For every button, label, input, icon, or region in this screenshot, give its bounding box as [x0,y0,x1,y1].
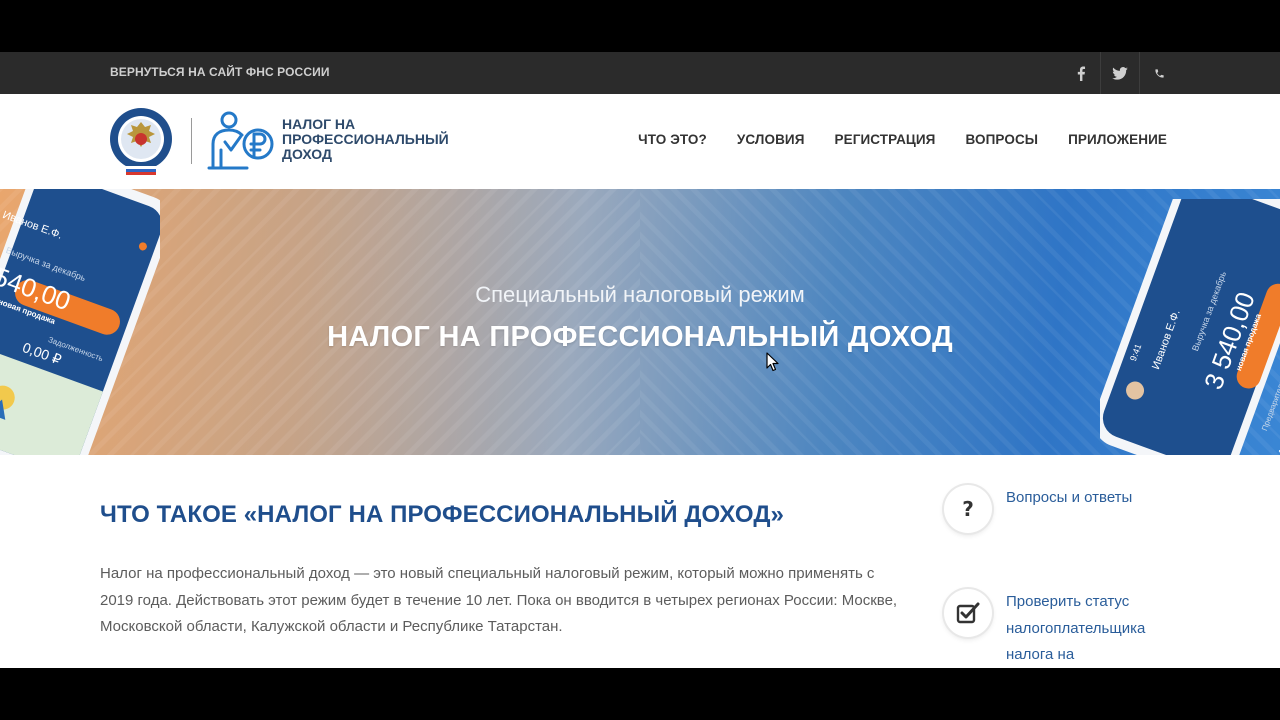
top-bar: ВЕРНУТЬСЯ НА САЙТ ФНС РОССИИ [0,52,1280,94]
main-content: ЧТО ТАКОЕ «НАЛОГ НА ПРОФЕССИОНАЛЬНЫЙ ДОХ… [0,455,1280,668]
logo-text-line: НАЛОГ НА [282,116,356,132]
section-text: Налог на профессиональный доход — это но… [100,565,898,635]
nav-item-app[interactable]: ПРИЛОЖЕНИЕ [1068,132,1167,147]
back-to-fns-link[interactable]: ВЕРНУТЬСЯ НА САЙТ ФНС РОССИИ [110,65,330,79]
svg-text:?: ? [962,498,974,520]
phone-button[interactable] [1139,52,1178,94]
logo-divider [191,118,192,164]
question-icon[interactable]: ? [944,485,992,533]
nav-item-questions[interactable]: ВОПРОСЫ [966,132,1039,147]
hero-banner: Иванов Е.Ф. Выручка за декабрь 540,00 но… [0,189,1280,455]
check-status-link[interactable]: Проверить статус налогоплательщика налог… [1006,589,1166,668]
checkbox-check-icon[interactable] [944,589,992,637]
nav-item-conditions[interactable]: УСЛОВИЯ [737,132,805,147]
logo-text[interactable]: НАЛОГ НА ПРОФЕССИОНАЛЬНЫЙ ДОХОД [282,116,449,162]
logo-text-line: ДОХОД [282,146,332,162]
hero-subtitle: Специальный налоговый режим [475,282,805,307]
faq-link-item[interactable]: ? Вопросы и ответы [944,485,1166,533]
social-links [1062,52,1178,94]
facebook-icon [1077,65,1086,81]
npd-logo-icon[interactable] [207,110,275,172]
faq-link[interactable]: Вопросы и ответы [1006,485,1166,512]
main-nav: ЧТО ЭТО? УСЛОВИЯ РЕГИСТРАЦИЯ ВОПРОСЫ ПРИ… [638,132,1167,147]
check-status-link-item[interactable]: Проверить статус налогоплательщика налог… [944,589,1166,668]
nav-item-what[interactable]: ЧТО ЭТО? [638,132,707,147]
twitter-icon [1112,66,1128,80]
mouse-cursor-icon [766,352,779,372]
section-title: ЧТО ТАКОЕ «НАЛОГ НА ПРОФЕССИОНАЛЬНЫЙ ДОХ… [100,501,784,528]
logo-text-line: ПРОФЕССИОНАЛЬНЫЙ [282,131,449,147]
hero-title: НАЛОГ НА ПРОФЕССИОНАЛЬНЫЙ ДОХОД [327,321,953,353]
browser-viewport: ВЕРНУТЬСЯ НА САЙТ ФНС РОССИИ НАЛОГ НА ПР… [0,52,1280,668]
fns-emblem-logo[interactable] [108,106,174,176]
site-header: НАЛОГ НА ПРОФЕССИОНАЛЬНЫЙ ДОХОД ЧТО ЭТО?… [0,94,1280,189]
nav-item-registration[interactable]: РЕГИСТРАЦИЯ [835,132,936,147]
phone-icon [1154,68,1164,78]
twitter-button[interactable] [1100,52,1139,94]
facebook-button[interactable] [1062,52,1100,94]
